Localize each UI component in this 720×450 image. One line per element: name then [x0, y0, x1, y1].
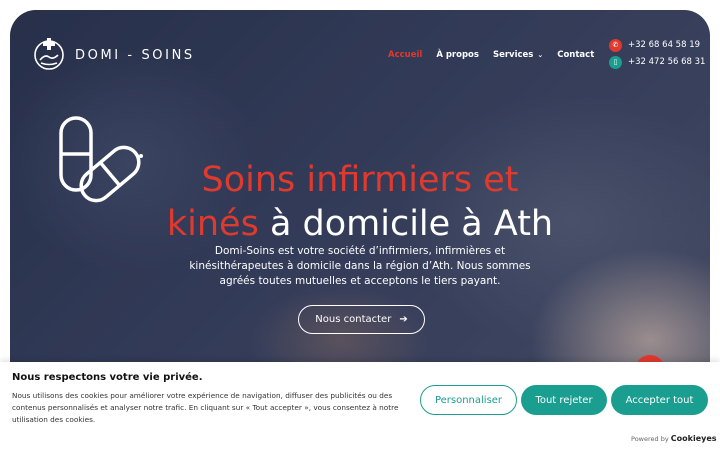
nav-item-services[interactable]: Services ⌄: [493, 50, 543, 60]
nav-item-contact[interactable]: Contact: [557, 50, 594, 60]
hero-title-rest: à domicile à Ath: [258, 204, 554, 244]
phone-link-mobile[interactable]: ▯ +32 472 56 68 31: [609, 55, 705, 69]
logo[interactable]: DOMI - SOINS: [32, 38, 195, 72]
powered-by-prefix: Powered by: [631, 435, 669, 443]
hero-title-highlight: kinés: [166, 204, 259, 244]
cookieyes-logo: Cookieyes: [670, 434, 717, 443]
cookie-text: Nous utilisons des cookies pour améliore…: [12, 391, 399, 424]
cookie-title: Nous respectons votre vie privée.: [12, 372, 203, 383]
contact-cta-label: Nous contacter: [315, 314, 392, 325]
hero-title-line1: Soins infirmiers et: [201, 160, 519, 200]
phone-link-landline[interactable]: ✆ +32 68 64 58 19: [609, 38, 705, 52]
reject-all-button[interactable]: Tout rejeter: [521, 385, 607, 415]
arrow-right-icon: ➔: [399, 314, 408, 325]
customize-button[interactable]: Personnaliser: [420, 385, 517, 415]
nav-item-accueil[interactable]: Accueil: [388, 50, 422, 60]
contact-cta-button[interactable]: Nous contacter ➔: [298, 305, 425, 334]
hero-description: Domi-Soins est votre société d’infirmier…: [189, 245, 531, 287]
chevron-down-icon: ⌄: [537, 51, 544, 59]
powered-by[interactable]: Powered by Cookieyes: [631, 434, 717, 443]
hero-title-line2: kinés à domicile à Ath: [10, 202, 710, 246]
phone-number-mobile: +32 472 56 68 31: [628, 57, 706, 67]
cookie-banner: Nous respectons votre vie privée. Nous u…: [0, 362, 720, 450]
nav-item-a-propos[interactable]: À propos: [436, 50, 479, 60]
main-nav: Accueil À propos Services ⌄ Contact: [388, 50, 594, 60]
accept-all-button[interactable]: Accepter tout: [611, 385, 708, 415]
phone-icon: ✆: [609, 38, 622, 52]
logo-icon: [34, 38, 64, 70]
nav-item-services-label: Services: [492, 50, 534, 60]
phone-contacts: ✆ +32 68 64 58 19 ▯ +32 472 56 68 31: [609, 38, 705, 72]
mobile-icon: ▯: [609, 55, 622, 69]
phone-number-landline: +32 68 64 58 19: [628, 40, 701, 50]
brand-name: DOMI - SOINS: [75, 47, 195, 63]
